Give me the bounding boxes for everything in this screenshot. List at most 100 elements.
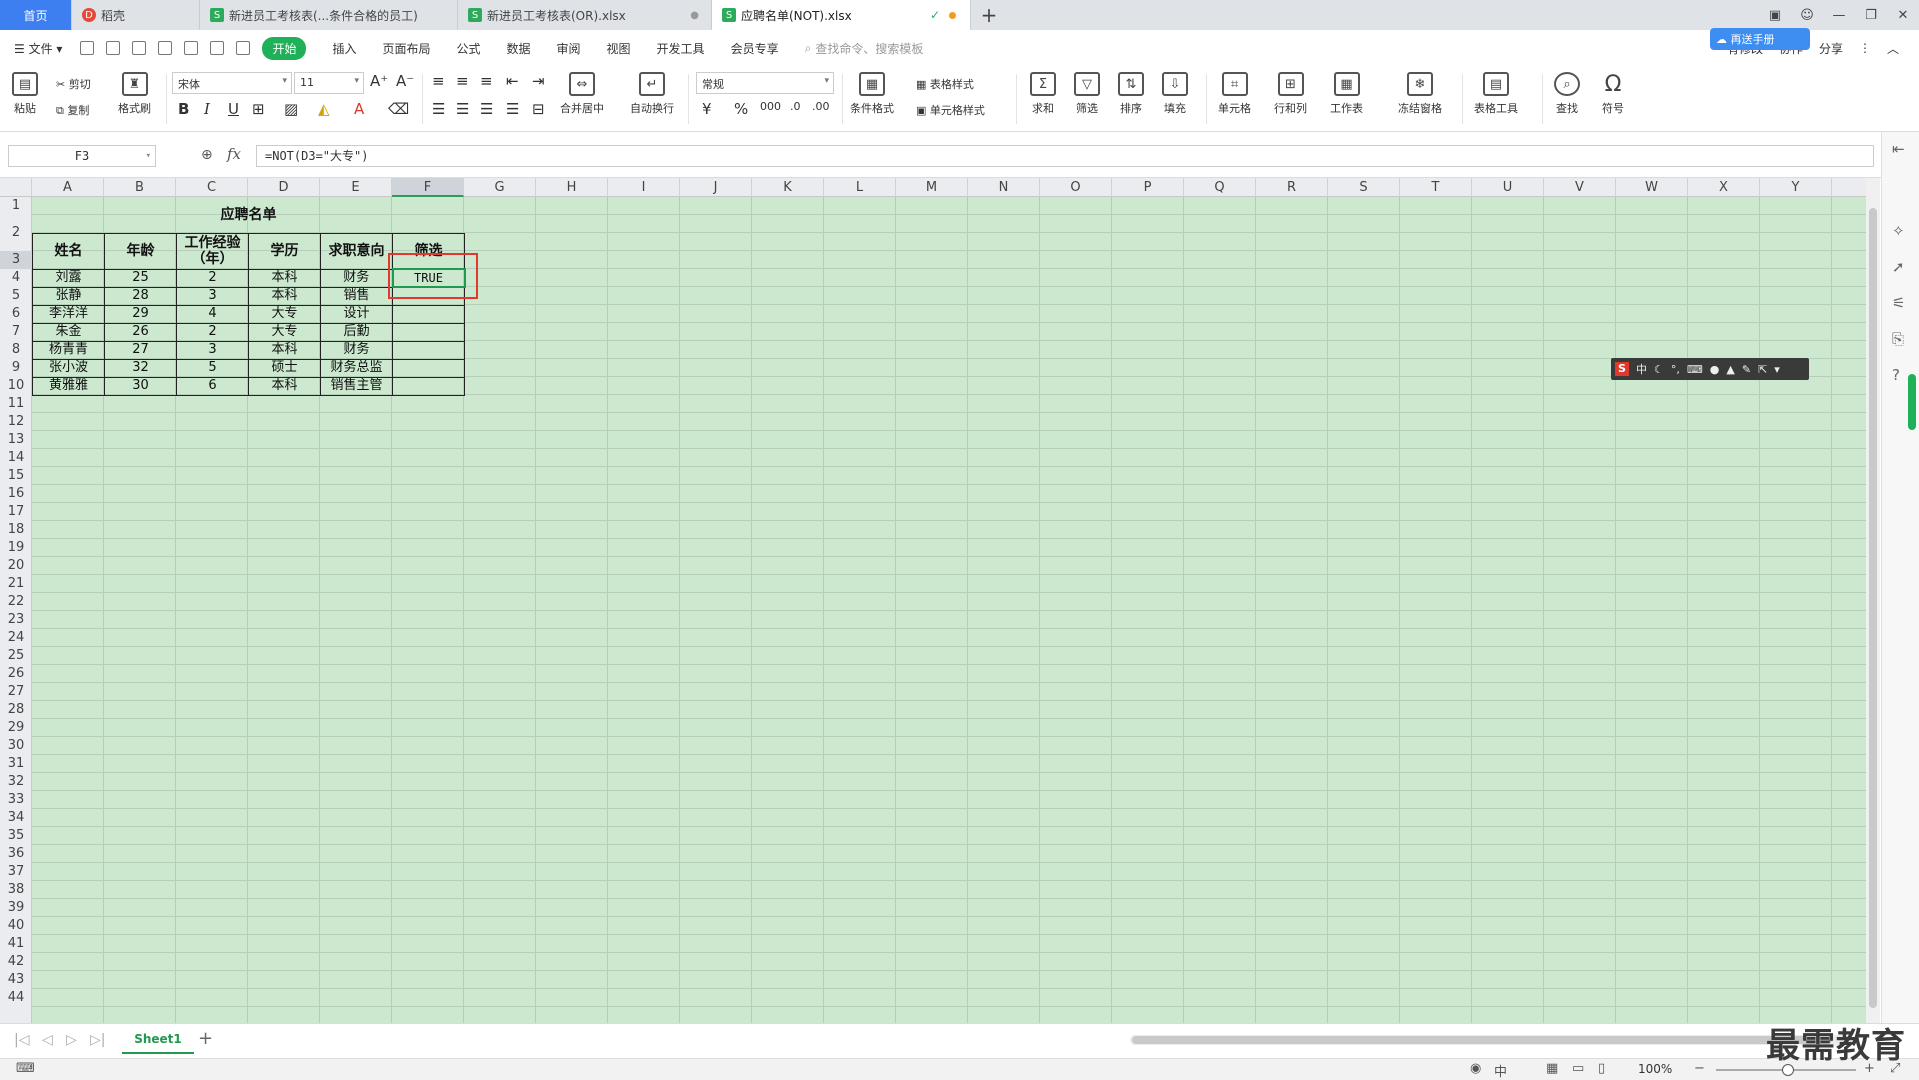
cell-button[interactable]: ⌗ 单元格 bbox=[1218, 72, 1251, 116]
increase-font-icon[interactable]: A⁺ bbox=[370, 72, 388, 90]
keyboard-icon[interactable]: ⌨ bbox=[1687, 363, 1703, 376]
row-header-4[interactable]: 4 bbox=[0, 269, 32, 287]
export-icon[interactable] bbox=[132, 41, 147, 55]
indent-decrease-icon[interactable]: ⇤ bbox=[506, 72, 519, 90]
justify-icon[interactable]: ☰ bbox=[506, 100, 519, 118]
sort-button[interactable]: ⇅ 排序 bbox=[1118, 72, 1144, 116]
backup-panel-icon[interactable]: ⎘ bbox=[1892, 330, 1904, 348]
table-cell[interactable] bbox=[392, 376, 465, 396]
row-header-3[interactable]: 3 bbox=[0, 251, 32, 269]
table-cell[interactable]: 设计 bbox=[320, 304, 393, 324]
table-cell[interactable]: 财务总监 bbox=[320, 358, 393, 378]
user-icon[interactable]: ● bbox=[1710, 363, 1720, 376]
align-top-icon[interactable]: ≡ bbox=[432, 72, 445, 90]
table-cell[interactable] bbox=[392, 304, 465, 324]
eye-protection-icon[interactable]: ◉ bbox=[1470, 1061, 1481, 1076]
panel-toggle-icon[interactable]: ⇤ bbox=[1892, 140, 1905, 158]
table-cell[interactable]: 销售 bbox=[320, 286, 393, 306]
table-title[interactable]: 应聘名单 bbox=[33, 197, 465, 233]
table-header-cell[interactable]: 求职意向 bbox=[320, 232, 393, 270]
add-sheet-button[interactable]: + bbox=[198, 1028, 213, 1049]
table-cell[interactable]: 本科 bbox=[248, 340, 321, 360]
row-col-button[interactable]: ⊞ 行和列 bbox=[1274, 72, 1307, 116]
print-icon[interactable] bbox=[158, 41, 173, 55]
save-icon[interactable] bbox=[106, 41, 121, 55]
table-cell[interactable]: 刘露 bbox=[32, 268, 105, 288]
column-header-a[interactable]: A bbox=[32, 178, 104, 197]
more-icon[interactable]: ⋮ bbox=[1859, 41, 1871, 55]
ime-lang-toggle[interactable]: 中 bbox=[1636, 361, 1647, 377]
zoom-slider[interactable] bbox=[1716, 1064, 1856, 1076]
normal-view-icon[interactable]: ▦ bbox=[1546, 1061, 1558, 1076]
table-cell[interactable]: 黄雅雅 bbox=[32, 376, 105, 396]
row-header-34[interactable]: 34 bbox=[0, 809, 32, 827]
row-header-42[interactable]: 42 bbox=[0, 953, 32, 971]
row-header-31[interactable]: 31 bbox=[0, 755, 32, 773]
table-cell[interactable]: 2 bbox=[176, 268, 249, 288]
row-header-36[interactable]: 36 bbox=[0, 845, 32, 863]
row-header-41[interactable]: 41 bbox=[0, 935, 32, 953]
tab-count-icon[interactable]: ▣ bbox=[1759, 8, 1791, 23]
menu-page-layout[interactable]: 页面布局 bbox=[382, 40, 430, 57]
underline-icon[interactable]: U bbox=[228, 100, 239, 118]
tab-active-file[interactable]: S 应聘名单(NOT).xlsx ✓ bbox=[712, 0, 971, 30]
row-header-5[interactable]: 5 bbox=[0, 287, 32, 305]
share-button[interactable]: 分享 bbox=[1819, 40, 1843, 57]
decrease-font-icon[interactable]: A⁻ bbox=[396, 72, 414, 90]
column-header-u[interactable]: U bbox=[1472, 178, 1544, 197]
prev-sheet-icon[interactable]: ◁ bbox=[42, 1032, 53, 1048]
row-header-14[interactable]: 14 bbox=[0, 449, 32, 467]
row-header-19[interactable]: 19 bbox=[0, 539, 32, 557]
row-header-35[interactable]: 35 bbox=[0, 827, 32, 845]
bold-icon[interactable]: B bbox=[178, 100, 189, 118]
table-style-button[interactable]: ▦ 表格样式 bbox=[916, 76, 974, 92]
table-cell[interactable]: 32 bbox=[104, 358, 177, 378]
sheet-tab-sheet1[interactable]: Sheet1 bbox=[122, 1024, 194, 1054]
copy-button[interactable]: ⧉ 复制 bbox=[56, 102, 89, 118]
new-doc-icon[interactable] bbox=[80, 41, 95, 55]
column-header-p[interactable]: P bbox=[1112, 178, 1184, 197]
command-search-input[interactable]: 查找命令、搜索模板 bbox=[815, 40, 923, 57]
horizontal-scrollbar[interactable] bbox=[1130, 1035, 1850, 1045]
align-middle-icon[interactable]: ≡ bbox=[456, 72, 469, 90]
menu-review[interactable]: 审阅 bbox=[557, 40, 581, 57]
format-painter-button[interactable]: ♜ 格式刷 bbox=[118, 72, 151, 116]
column-header-x[interactable]: X bbox=[1688, 178, 1760, 197]
row-header-8[interactable]: 8 bbox=[0, 341, 32, 359]
row-header-26[interactable]: 26 bbox=[0, 665, 32, 683]
table-cell[interactable]: 杨青青 bbox=[32, 340, 105, 360]
currency-icon[interactable]: ¥ bbox=[702, 100, 712, 118]
minimize-icon[interactable]: — bbox=[1823, 8, 1855, 23]
insert-function-icon[interactable]: fx bbox=[227, 145, 241, 163]
tab-home[interactable]: 首页 bbox=[0, 0, 72, 30]
style-panel-icon[interactable]: ✧ bbox=[1892, 222, 1905, 240]
row-header-15[interactable]: 15 bbox=[0, 467, 32, 485]
table-cell[interactable] bbox=[392, 340, 465, 360]
menu-member[interactable]: 会员专享 bbox=[731, 40, 779, 57]
cut-button[interactable]: ✂ 剪切 bbox=[56, 76, 91, 92]
table-cell[interactable]: 张小波 bbox=[32, 358, 105, 378]
indent-increase-icon[interactable]: ⇥ bbox=[532, 72, 545, 90]
preview-icon[interactable] bbox=[184, 41, 199, 55]
distribute-icon[interactable]: ⊟ bbox=[532, 100, 545, 118]
close-icon[interactable]: ● bbox=[690, 10, 699, 21]
row-header-33[interactable]: 33 bbox=[0, 791, 32, 809]
new-tab-button[interactable]: + bbox=[971, 0, 1007, 30]
page-break-view-icon[interactable]: ▯ bbox=[1598, 1061, 1605, 1076]
row-header-20[interactable]: 20 bbox=[0, 557, 32, 575]
table-cell[interactable]: 大专 bbox=[248, 322, 321, 342]
row-header-16[interactable]: 16 bbox=[0, 485, 32, 503]
table-cell[interactable]: 销售主管 bbox=[320, 376, 393, 396]
name-box[interactable]: F3 bbox=[8, 145, 156, 167]
filter-button[interactable]: ▽ 筛选 bbox=[1074, 72, 1100, 116]
tab-docer[interactable]: D 稻壳 bbox=[72, 0, 200, 30]
row-header-38[interactable]: 38 bbox=[0, 881, 32, 899]
zoom-level[interactable]: 100% bbox=[1638, 1062, 1672, 1076]
table-cell[interactable]: 本科 bbox=[248, 268, 321, 288]
row-header-18[interactable]: 18 bbox=[0, 521, 32, 539]
menu-developer[interactable]: 开发工具 bbox=[657, 40, 705, 57]
punctuation-icon[interactable]: °, bbox=[1671, 363, 1680, 376]
table-header-cell[interactable]: 工作经验（年） bbox=[176, 232, 249, 270]
align-right-icon[interactable]: ☰ bbox=[480, 100, 493, 118]
row-header-22[interactable]: 22 bbox=[0, 593, 32, 611]
